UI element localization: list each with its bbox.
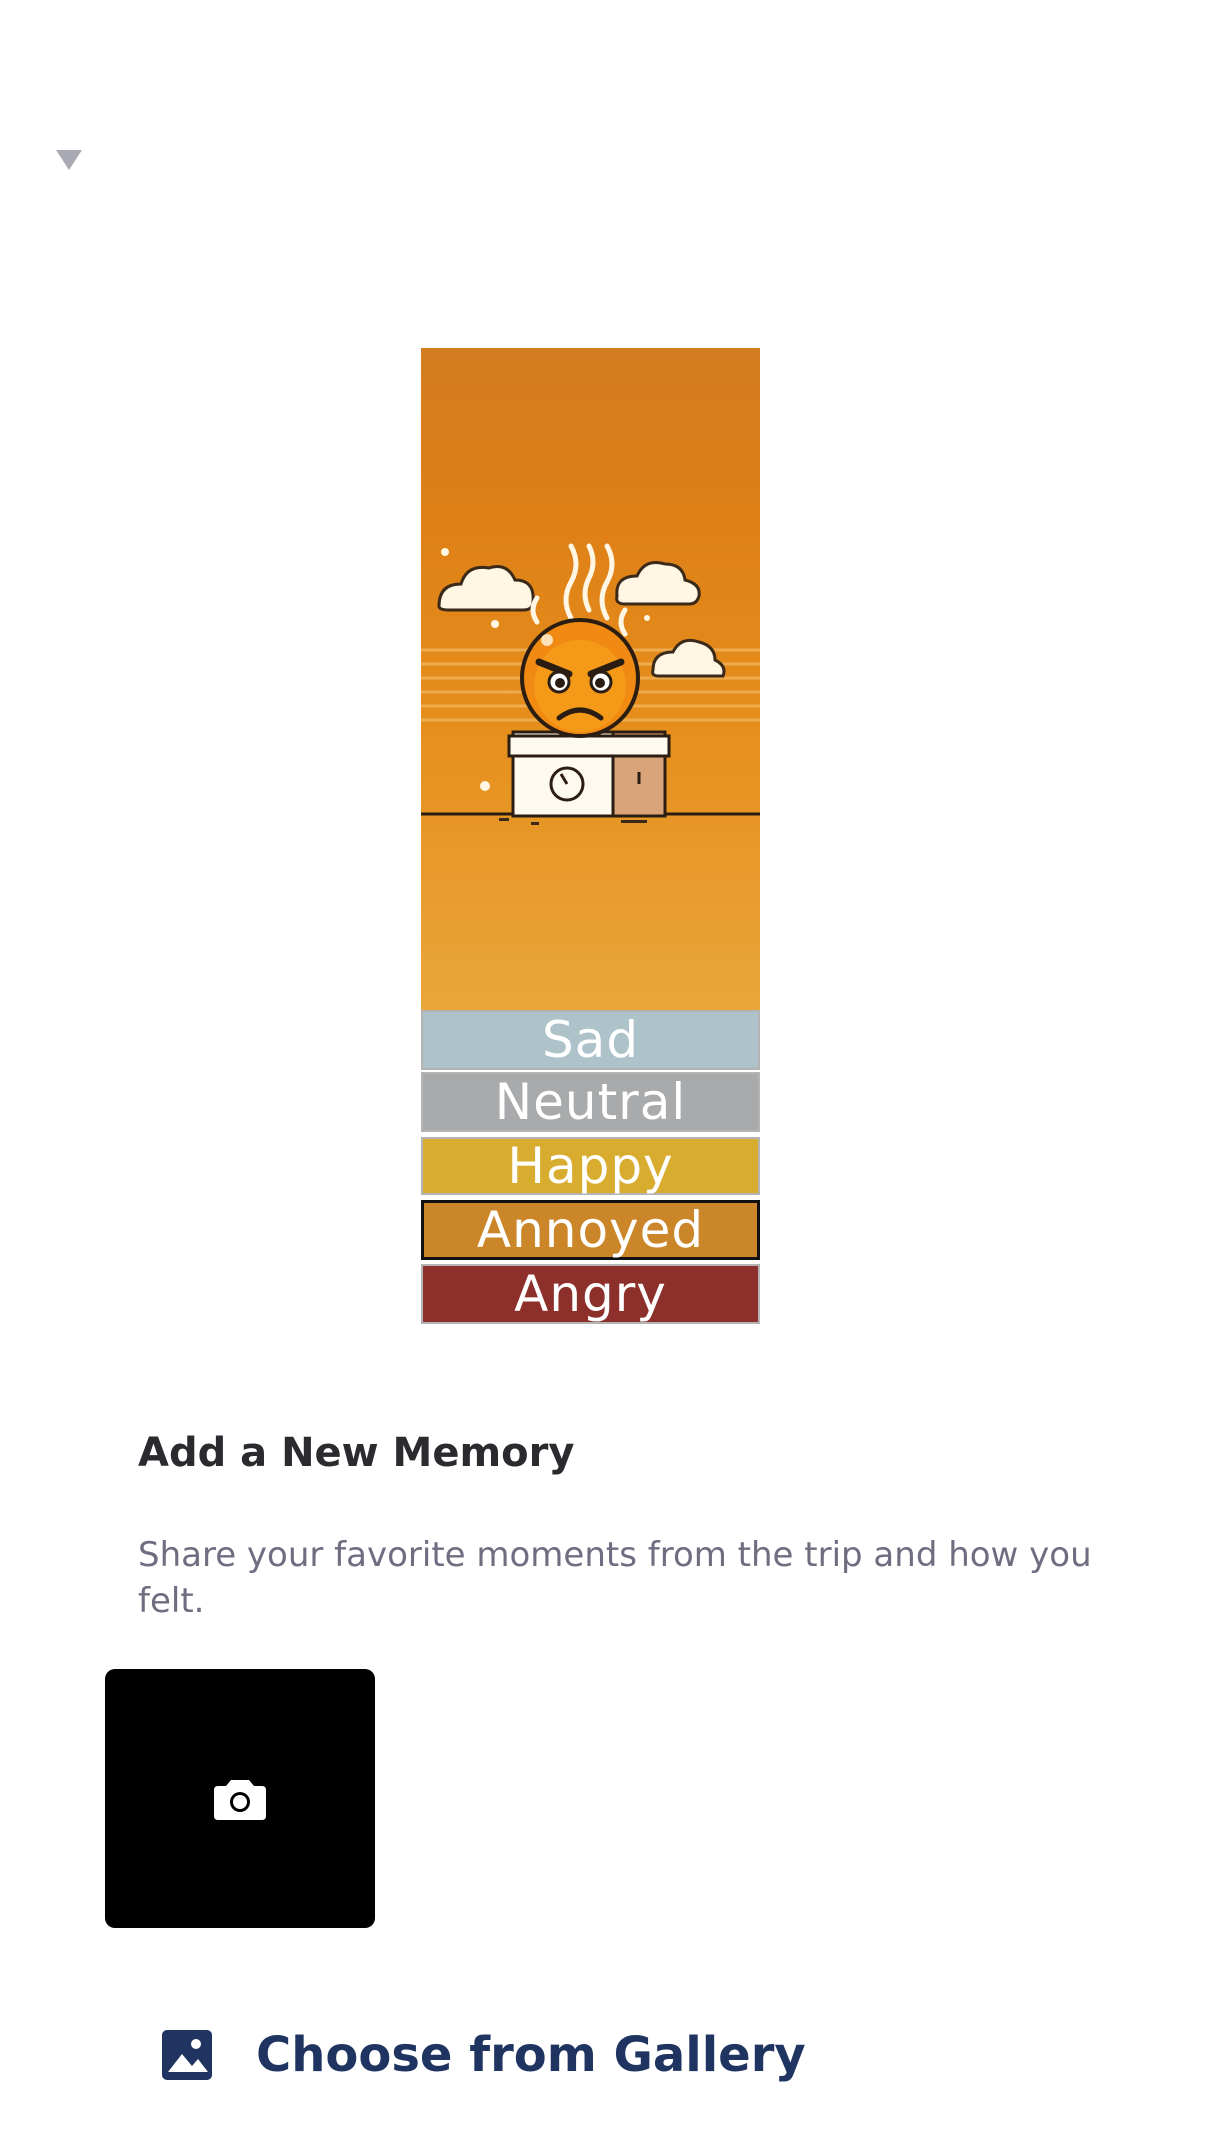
choose-from-gallery-button[interactable]: Choose from Gallery [160, 2022, 806, 2088]
caret-down-icon [56, 150, 82, 170]
collapse-toggle[interactable] [52, 148, 86, 178]
image-icon [162, 2030, 212, 2080]
camera-icon [214, 1779, 266, 1820]
mood-option-angry[interactable]: Angry [421, 1264, 760, 1324]
add-memory-subtitle: Share your favorite moments from the tri… [138, 1535, 1092, 1621]
add-memory-title: Add a New Memory [138, 1430, 575, 1476]
gallery-label: Choose from Gallery [256, 2027, 806, 2083]
mood-option-annoyed[interactable]: Annoyed [421, 1200, 760, 1260]
angry-emoji-illustration [421, 348, 760, 1010]
take-photo-button[interactable] [105, 1669, 375, 1928]
mood-option-sad[interactable]: Sad [421, 1010, 760, 1070]
mood-option-neutral[interactable]: Neutral [421, 1072, 760, 1132]
mood-option-happy[interactable]: Happy [421, 1137, 760, 1195]
mood-selector: Sad Neutral Happy Annoyed Angry [421, 348, 760, 1326]
